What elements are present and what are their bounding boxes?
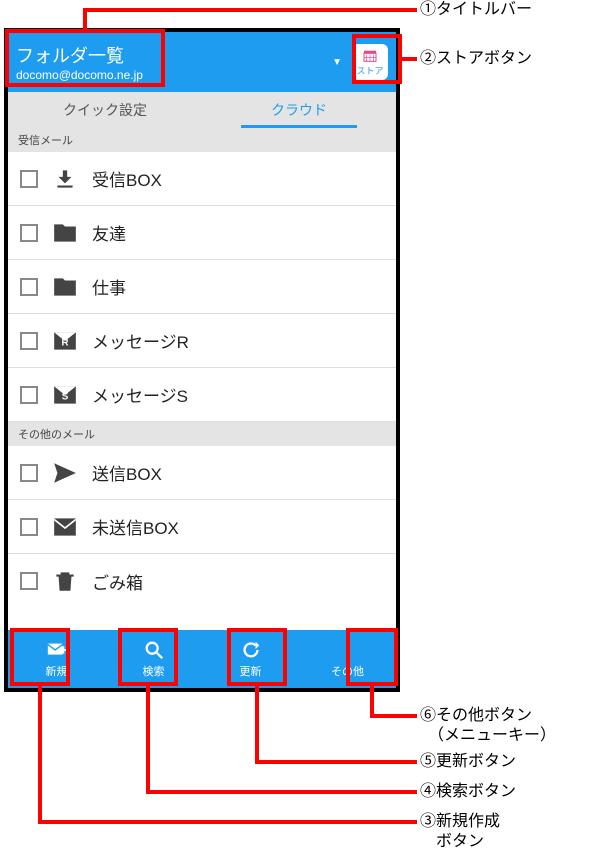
tab-cloud[interactable]: クラウド bbox=[202, 92, 396, 128]
checkbox[interactable] bbox=[20, 386, 38, 404]
tab-label: クイック設定 bbox=[63, 100, 147, 120]
annotation-line bbox=[146, 686, 150, 792]
checkbox[interactable] bbox=[20, 170, 38, 188]
search-label: 検索 bbox=[143, 663, 165, 679]
checkbox[interactable] bbox=[20, 518, 38, 536]
annotation-line bbox=[255, 686, 259, 762]
folder-icon bbox=[52, 220, 78, 246]
draft-icon bbox=[52, 514, 78, 540]
folder-work[interactable]: 仕事 bbox=[8, 260, 396, 314]
compose-icon bbox=[45, 639, 69, 661]
annotation-line bbox=[146, 790, 417, 794]
store-button[interactable]: ストア bbox=[352, 44, 388, 80]
annotation-line bbox=[38, 820, 417, 824]
folder-message-r[interactable]: R メッセージR bbox=[8, 314, 396, 368]
tabs: クイック設定 クラウド bbox=[8, 92, 396, 128]
checkbox[interactable] bbox=[20, 332, 38, 350]
store-label: ストア bbox=[356, 64, 383, 77]
section-header-other: その他のメール bbox=[8, 422, 396, 446]
page-title: フォルダ一覧 bbox=[16, 42, 143, 68]
annotation-line bbox=[83, 8, 417, 12]
annotation-text-6: ⑥その他ボタン （メニューキー） bbox=[420, 706, 556, 746]
titlebar-left: フォルダ一覧 docomo@docomo.ne.jp bbox=[16, 42, 143, 82]
bottom-bar: 新規 検索 更新 その他 bbox=[8, 630, 396, 688]
titlebar: フォルダ一覧 docomo@docomo.ne.jp ▼ ストア bbox=[8, 32, 396, 92]
folder-drafts[interactable]: 未送信BOX bbox=[8, 500, 396, 554]
inbox-icon bbox=[52, 166, 78, 192]
message-s-icon: S bbox=[52, 382, 78, 408]
refresh-button[interactable]: 更新 bbox=[202, 639, 299, 679]
folder-label: 受信BOX bbox=[92, 166, 162, 191]
store-icon bbox=[361, 48, 379, 64]
svg-text:S: S bbox=[62, 391, 69, 402]
annotation-text-4: ④検索ボタン bbox=[420, 782, 516, 802]
folder-sent[interactable]: 送信BOX bbox=[8, 446, 396, 500]
checkbox[interactable] bbox=[20, 224, 38, 242]
refresh-icon bbox=[239, 639, 263, 661]
titlebar-right: ▼ ストア bbox=[332, 44, 388, 80]
annotation-line bbox=[38, 686, 42, 822]
annotation-line bbox=[83, 8, 87, 30]
folder-friends[interactable]: 友達 bbox=[8, 206, 396, 260]
folder-list[interactable]: 受信メール 受信BOX 友達 仕事 R bbox=[8, 128, 396, 630]
annotation-line bbox=[370, 714, 417, 718]
more-label: その他 bbox=[331, 663, 364, 679]
checkbox[interactable] bbox=[20, 278, 38, 296]
annotation-line bbox=[255, 760, 417, 764]
account-email: docomo@docomo.ne.jp bbox=[16, 68, 143, 82]
annotation-text-5: ⑤更新ボタン bbox=[420, 752, 516, 772]
dropdown-icon[interactable]: ▼ bbox=[332, 57, 342, 68]
search-button[interactable]: 検索 bbox=[105, 639, 202, 679]
folder-icon bbox=[52, 274, 78, 300]
annotation-text-3: ③新規作成 ボタン bbox=[420, 812, 500, 852]
folder-label: ごみ箱 bbox=[92, 569, 143, 594]
folder-label: 送信BOX bbox=[92, 460, 162, 485]
folder-label: 仕事 bbox=[92, 274, 126, 299]
folder-label: メッセージS bbox=[92, 382, 188, 407]
folder-trash[interactable]: ごみ箱 bbox=[8, 554, 396, 608]
tab-label: クラウド bbox=[271, 100, 327, 120]
new-button[interactable]: 新規 bbox=[8, 639, 105, 679]
folder-label: 未送信BOX bbox=[92, 514, 179, 539]
annotation-line bbox=[402, 57, 417, 61]
folder-label: 友達 bbox=[92, 220, 126, 245]
annotation-text-2: ②ストアボタン bbox=[420, 49, 532, 69]
section-header-incoming: 受信メール bbox=[8, 128, 396, 152]
folder-inbox[interactable]: 受信BOX bbox=[8, 152, 396, 206]
checkbox[interactable] bbox=[20, 464, 38, 482]
folder-label: メッセージR bbox=[92, 328, 189, 353]
svg-text:R: R bbox=[61, 337, 68, 348]
folder-message-s[interactable]: S メッセージS bbox=[8, 368, 396, 422]
tab-quick-settings[interactable]: クイック設定 bbox=[8, 92, 202, 128]
phone-frame: フォルダ一覧 docomo@docomo.ne.jp ▼ ストア クイック設定 bbox=[4, 28, 400, 692]
annotation-text-1: ①タイトルバー bbox=[420, 0, 532, 20]
send-icon bbox=[52, 460, 78, 486]
search-icon bbox=[142, 639, 166, 661]
more-icon bbox=[336, 639, 360, 661]
new-label: 新規 bbox=[46, 663, 68, 679]
trash-icon bbox=[52, 568, 78, 594]
refresh-label: 更新 bbox=[240, 663, 262, 679]
more-button[interactable]: その他 bbox=[299, 639, 396, 679]
message-r-icon: R bbox=[52, 328, 78, 354]
checkbox[interactable] bbox=[20, 572, 38, 590]
